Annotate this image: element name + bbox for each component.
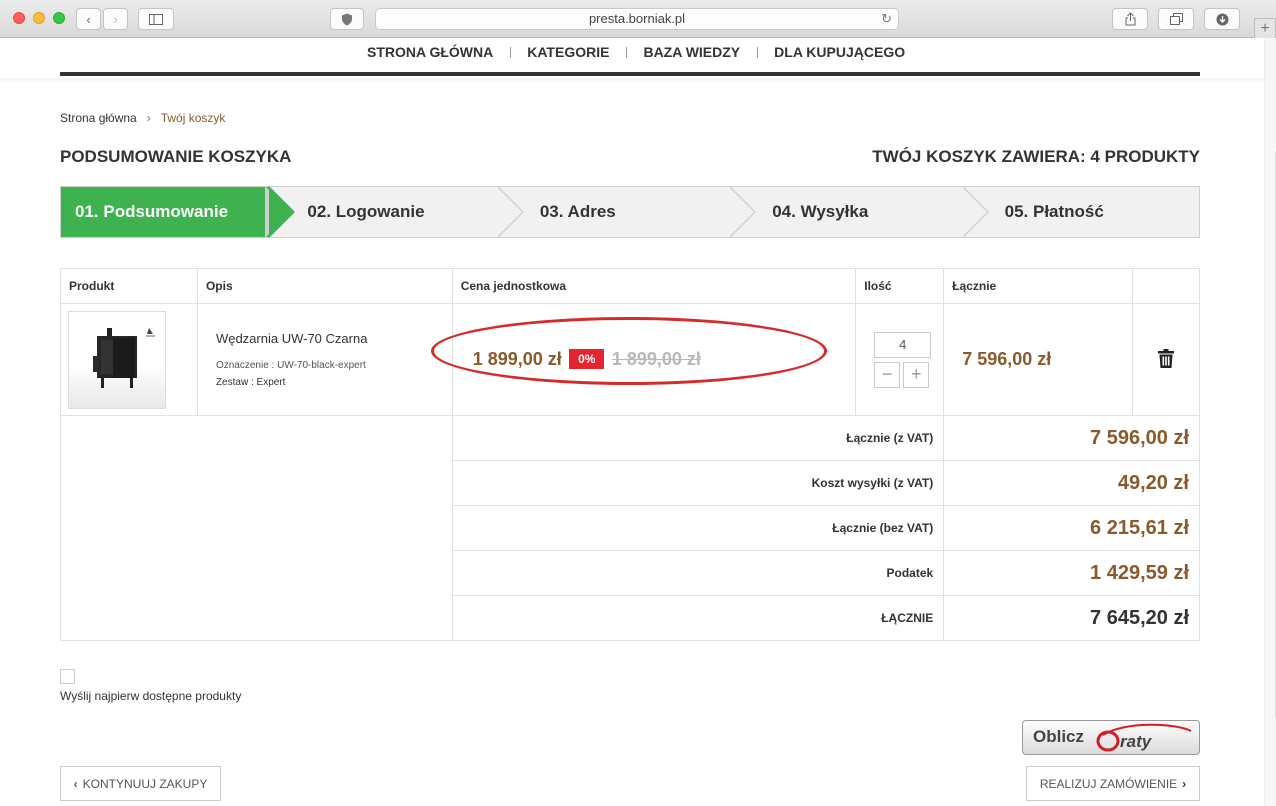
summary-row: Łącznie (z VAT) 7 596,00 zł bbox=[60, 415, 1200, 641]
step-payment: 05. Płatność bbox=[961, 186, 1199, 238]
plus-icon: + bbox=[910, 363, 922, 384]
breadcrumb-current: Twój koszyk bbox=[160, 111, 226, 125]
privacy-shield-button[interactable] bbox=[330, 8, 364, 30]
discount-badge: 0% bbox=[569, 349, 605, 369]
summary-label: Łącznie (z VAT) bbox=[451, 415, 945, 461]
quantity-increase-button[interactable]: + bbox=[903, 361, 930, 388]
column-header-quantity: Ilość bbox=[855, 268, 945, 304]
summary-label: Koszt wysyłki (z VAT) bbox=[451, 460, 945, 506]
step-address: 03. Adres bbox=[496, 186, 734, 238]
chevron-left-icon: ‹ bbox=[73, 776, 78, 791]
back-button[interactable]: ‹ bbox=[76, 8, 101, 30]
chevron-right-icon: › bbox=[146, 111, 151, 125]
quantity-decrease-button[interactable]: − bbox=[874, 361, 901, 388]
unit-price: 1 899,00 zł bbox=[472, 349, 562, 369]
eraty-calculate-button[interactable]: Oblicz raty bbox=[1022, 720, 1200, 755]
delete-cell bbox=[1132, 303, 1200, 416]
url-text: presta.borniak.pl bbox=[588, 11, 686, 26]
product-sku: Oznaczenie : UW-70-black-expert bbox=[215, 360, 366, 371]
tabs-icon bbox=[1169, 13, 1183, 25]
column-header-total: Łącznie bbox=[943, 268, 1134, 304]
svg-text:raty: raty bbox=[1120, 732, 1153, 751]
summary-label: ŁĄCZNIE bbox=[451, 595, 945, 641]
eraty-label: Oblicz bbox=[1033, 727, 1085, 746]
zoom-window-button[interactable] bbox=[53, 12, 65, 24]
checkout-steps: 01. Podsumowanie 02. Logowanie 03. Adres… bbox=[60, 186, 1200, 238]
product-image-cell bbox=[60, 303, 198, 416]
sidebar-icon bbox=[149, 13, 163, 25]
summary-value: 6 215,61 zł bbox=[943, 505, 1200, 551]
table-header-row: Produkt Opis Cena jednostkowa Ilość Łącz… bbox=[60, 268, 1200, 304]
new-tab-button[interactable]: + bbox=[1254, 18, 1276, 40]
cart-count-heading: TWÓJ KOSZYK ZAWIERA: 4 PRODUKTY bbox=[872, 147, 1200, 166]
breadcrumb: Strona główna › Twój koszyk bbox=[60, 111, 225, 125]
browser-toolbar: ‹ › presta.borniak.pl ↻ + bbox=[0, 0, 1276, 40]
breadcrumb-home-link[interactable]: Strona główna bbox=[60, 111, 137, 125]
quantity-cell: 4 − + bbox=[855, 303, 945, 416]
downloads-button[interactable] bbox=[1204, 8, 1240, 30]
nav-item-home[interactable]: STRONA GŁÓWNA bbox=[350, 44, 510, 60]
line-total-cell: 7 596,00 zł bbox=[943, 303, 1134, 416]
close-window-button[interactable] bbox=[13, 12, 25, 24]
summary-label: Podatek bbox=[451, 550, 945, 596]
sidebar-toggle-button[interactable] bbox=[138, 8, 174, 30]
chevron-left-icon: ‹ bbox=[86, 11, 91, 27]
continue-shopping-button[interactable]: ‹ KONTYNUUJ ZAKUPY bbox=[60, 766, 221, 801]
tabs-overview-button[interactable] bbox=[1158, 8, 1194, 30]
column-header-unit-price: Cena jednostkowa bbox=[451, 268, 857, 304]
grand-total: 7 645,20 zł bbox=[943, 595, 1200, 641]
nav-item-for-buyer[interactable]: DLA KUPUJĄCEGO bbox=[757, 44, 922, 60]
product-set: Zestaw : Expert bbox=[215, 377, 286, 388]
page-scrollbar[interactable] bbox=[1264, 38, 1276, 806]
cart-table: Produkt Opis Cena jednostkowa Ilość Łącz… bbox=[60, 268, 1200, 641]
eraty-logo: raty bbox=[1096, 723, 1192, 752]
quantity-input[interactable]: 4 bbox=[874, 331, 932, 358]
continue-shopping-label: KONTYNUUJ ZAKUPY bbox=[82, 776, 208, 791]
summary-value: 1 429,59 zł bbox=[943, 550, 1200, 596]
download-icon bbox=[1216, 13, 1228, 25]
old-price: 1 899,00 zł bbox=[611, 349, 701, 369]
forward-button[interactable]: › bbox=[103, 8, 128, 30]
column-header-actions bbox=[1132, 268, 1200, 304]
unit-price-cell: 1 899,00 zł 0% 1 899,00 zł bbox=[430, 303, 857, 416]
product-thumbnail[interactable] bbox=[68, 310, 166, 409]
share-button[interactable] bbox=[1112, 8, 1148, 30]
reload-icon[interactable]: ↻ bbox=[881, 9, 892, 29]
trash-icon[interactable] bbox=[1158, 348, 1175, 368]
summary-label: Łącznie (bez VAT) bbox=[451, 505, 945, 551]
ship-available-first-checkbox[interactable] bbox=[60, 669, 75, 684]
summary-value: 7 596,00 zł bbox=[943, 415, 1200, 461]
share-icon bbox=[1125, 12, 1135, 26]
nav-item-categories[interactable]: KATEGORIE bbox=[510, 44, 626, 60]
smoker-product-image bbox=[93, 327, 155, 388]
plus-icon: + bbox=[1260, 20, 1270, 37]
shield-icon bbox=[342, 13, 352, 25]
step-summary: 01. Podsumowanie bbox=[61, 186, 296, 238]
quantity-stepper: 4 − + bbox=[874, 331, 932, 388]
table-row: Wędzarnia UW-70 Czarna Oznaczenie : UW-7… bbox=[60, 303, 1200, 416]
product-description-cell: Wędzarnia UW-70 Czarna Oznaczenie : UW-7… bbox=[196, 303, 453, 416]
column-header-description: Opis bbox=[196, 268, 453, 304]
place-order-label: REALIZUJ ZAMÓWIENIE bbox=[1039, 776, 1178, 791]
chevron-right-icon: › bbox=[1182, 776, 1187, 791]
ship-available-first-label: Wyślij najpierw dostępne produkty bbox=[60, 689, 242, 703]
minus-icon: − bbox=[881, 363, 893, 384]
minimize-window-button[interactable] bbox=[33, 12, 45, 24]
nav-item-knowledge-base[interactable]: BAZA WIEDZY bbox=[626, 44, 757, 60]
step-shipping: 04. Wysyłka bbox=[729, 186, 966, 238]
header-divider bbox=[60, 72, 1200, 76]
place-order-button[interactable]: REALIZUJ ZAMÓWIENIE › bbox=[1026, 766, 1200, 801]
chevron-right-icon: › bbox=[113, 11, 118, 27]
summary-value: 49,20 zł bbox=[943, 460, 1200, 506]
summary-spacer bbox=[60, 415, 453, 641]
column-header-product: Produkt bbox=[60, 268, 198, 304]
product-name-link[interactable]: Wędzarnia UW-70 Czarna bbox=[216, 331, 452, 346]
address-bar[interactable]: presta.borniak.pl ↻ bbox=[375, 8, 899, 30]
line-total: 7 596,00 zł bbox=[962, 349, 1052, 369]
step-login: 02. Logowanie bbox=[265, 186, 501, 238]
page-title: PODSUMOWANIE KOSZYKA bbox=[60, 147, 292, 166]
